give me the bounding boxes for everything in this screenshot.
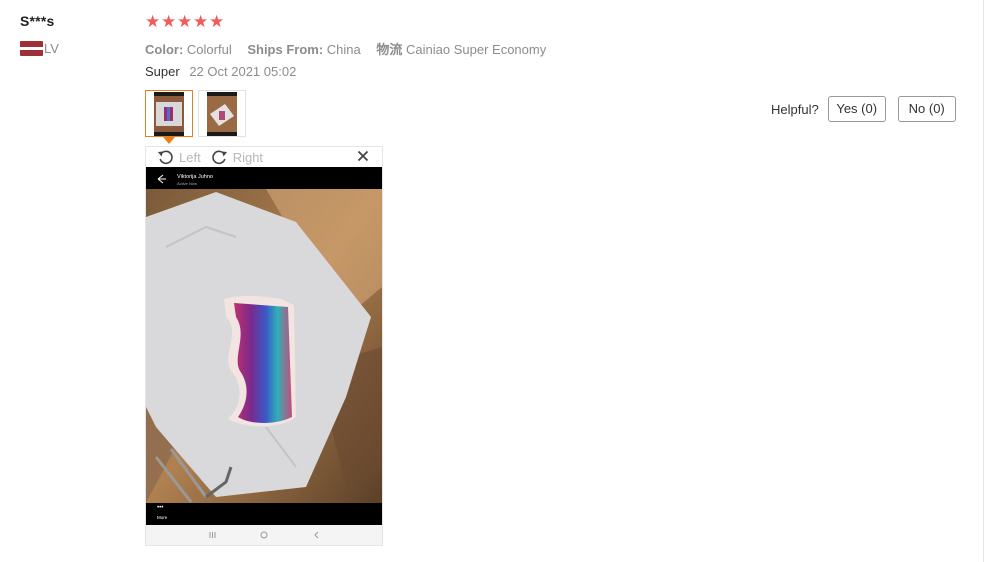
order-attributes: Color: Colorful Ships From: China 物流 Cai…: [145, 39, 558, 58]
attr-value: Colorful: [186, 42, 232, 57]
helpful-votes: Helpful? Yes (0) No (0): [771, 96, 968, 122]
photo-header-status: Active Now: [177, 181, 197, 186]
photo-footer-dots: •••: [157, 505, 163, 511]
rotate-left-button[interactable]: Left: [157, 149, 201, 166]
photo-thumbnail-2[interactable]: [198, 90, 246, 137]
review-thumbnails: [145, 90, 246, 144]
review-content: Super 22 Oct 2021 05:02: [145, 64, 296, 79]
rotate-right-label: Right: [232, 150, 264, 165]
photo-viewer: Left Right Viktorija Juhno Active Now ••…: [145, 146, 383, 546]
rotate-right-button[interactable]: Right: [211, 149, 263, 166]
attr-ships-from: Ships From: China: [247, 42, 360, 57]
attr-color: Color: Colorful: [145, 42, 232, 57]
close-icon[interactable]: [356, 149, 370, 163]
review-text: Super: [145, 64, 180, 79]
star-icon: ★: [145, 12, 161, 31]
helpful-label: Helpful?: [771, 101, 819, 117]
rotate-right-icon: [211, 150, 227, 165]
star-icon: ★: [193, 12, 209, 31]
star-icon: ★: [177, 12, 193, 31]
star-icon: ★: [209, 12, 225, 31]
reviewer-country: LV: [20, 41, 59, 56]
page-border: [983, 0, 984, 562]
home-icon: [260, 531, 268, 539]
attr-label: 物流: [376, 42, 403, 57]
reviewer-name: S***s: [20, 13, 55, 29]
photo-footer-label: More: [157, 515, 168, 520]
photo-thumbnail-1[interactable]: [145, 90, 193, 144]
viewer-toolbar: Left Right: [146, 147, 382, 168]
photo-thumbnail-image: [207, 91, 237, 136]
back-icon: [314, 531, 319, 539]
country-code: LV: [44, 41, 59, 56]
review-photo: Viktorija Juhno Active Now ••• More: [146, 167, 382, 525]
latvia-flag-icon: [20, 41, 43, 56]
helpful-no-button[interactable]: No (0): [897, 96, 956, 122]
attr-label: Color:: [145, 42, 184, 57]
star-icon: ★: [161, 12, 177, 31]
attr-value: Cainiao Super Economy: [406, 42, 547, 57]
attr-value: China: [326, 42, 361, 57]
selected-indicator: [163, 137, 175, 144]
star-rating: ★ ★ ★ ★ ★: [145, 13, 225, 30]
helpful-yes-button[interactable]: Yes (0): [827, 96, 886, 122]
attr-logistics: 物流 Cainiao Super Economy: [376, 42, 546, 57]
photo-thumbnail-image: [154, 91, 184, 136]
photo-header-name: Viktorija Juhno: [177, 174, 213, 180]
review-date: 22 Oct 2021 05:02: [189, 64, 297, 79]
rotate-left-label: Left: [179, 150, 201, 165]
attr-label: Ships From:: [247, 42, 324, 57]
recent-apps-icon: [209, 532, 216, 538]
rotate-left-icon: [158, 150, 173, 165]
phone-nav-bar: [146, 525, 382, 545]
